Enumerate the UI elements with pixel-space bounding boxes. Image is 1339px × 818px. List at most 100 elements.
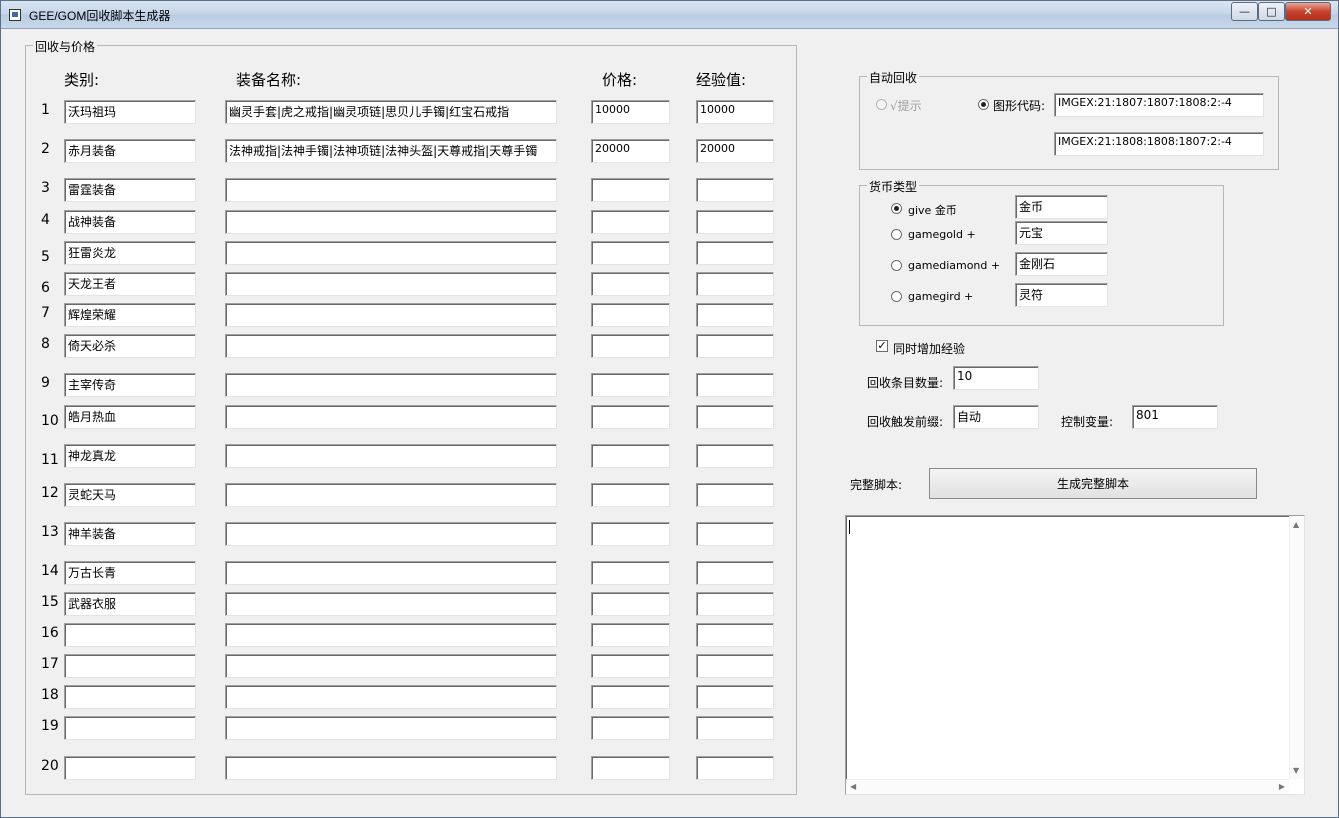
title-bar[interactable]: GEE/GOM回收脚本生成器 — □ ✕ [1, 1, 1338, 29]
exp-input[interactable] [696, 756, 774, 780]
equipment-name-input[interactable] [225, 210, 557, 234]
currency-value-input[interactable]: 金币 [1015, 195, 1108, 219]
price-input[interactable]: 20000 [591, 139, 670, 163]
exp-input[interactable] [696, 210, 774, 234]
category-input[interactable]: 天龙王者 [64, 272, 196, 296]
exp-input[interactable] [696, 178, 774, 202]
exp-input[interactable] [696, 685, 774, 709]
scroll-up-icon[interactable]: ▲ [1293, 520, 1299, 529]
price-input[interactable] [591, 210, 670, 234]
equipment-name-input[interactable] [225, 685, 557, 709]
price-input[interactable] [591, 373, 670, 397]
exp-input[interactable] [696, 592, 774, 616]
maximize-button[interactable]: □ [1258, 2, 1285, 21]
exp-input[interactable] [696, 561, 774, 585]
currency-radio[interactable] [891, 229, 902, 240]
tip-radio[interactable] [876, 99, 887, 110]
equipment-name-input[interactable] [225, 334, 557, 358]
category-input[interactable]: 灵蛇天马 [64, 483, 196, 507]
exp-input[interactable] [696, 334, 774, 358]
exp-input[interactable] [696, 623, 774, 647]
category-input[interactable]: 沃玛祖玛 [64, 100, 196, 124]
price-input[interactable] [591, 716, 670, 740]
exp-input[interactable] [696, 373, 774, 397]
prefix-input[interactable]: 自动 [953, 405, 1039, 429]
exp-input[interactable] [696, 654, 774, 678]
equipment-name-input[interactable]: 法神戒指|法神手镯|法神项链|法神头盔|天尊戒指|天尊手镯 [225, 139, 557, 163]
category-input[interactable]: 神龙真龙 [64, 444, 196, 468]
category-input[interactable] [64, 623, 196, 647]
equipment-name-input[interactable] [225, 272, 557, 296]
equipment-name-input[interactable] [225, 561, 557, 585]
equipment-name-input[interactable] [225, 178, 557, 202]
price-input[interactable] [591, 334, 670, 358]
equipment-name-input[interactable] [225, 373, 557, 397]
equipment-name-input[interactable] [225, 716, 557, 740]
exp-input[interactable] [696, 716, 774, 740]
price-input[interactable] [591, 592, 670, 616]
image-code-input-2[interactable]: IMGEX:21:1808:1808:1807:2:-4 [1054, 132, 1264, 156]
exp-input[interactable] [696, 522, 774, 546]
script-textarea[interactable]: ▲ ▼ ◀ ▶ [845, 515, 1305, 795]
exp-input[interactable] [696, 444, 774, 468]
category-input[interactable]: 赤月装备 [64, 139, 196, 163]
exp-input[interactable] [696, 272, 774, 296]
category-input[interactable]: 武器衣服 [64, 592, 196, 616]
price-input[interactable] [591, 522, 670, 546]
add-exp-checkbox[interactable]: ✓ [876, 340, 888, 352]
category-input[interactable]: 主宰传奇 [64, 373, 196, 397]
exp-input[interactable] [696, 241, 774, 265]
equipment-name-input[interactable] [225, 522, 557, 546]
price-input[interactable] [591, 685, 670, 709]
category-input[interactable]: 狂雷炎龙 [64, 241, 196, 265]
count-input[interactable]: 10 [953, 366, 1039, 390]
price-input[interactable] [591, 561, 670, 585]
close-button[interactable]: ✕ [1285, 2, 1331, 21]
horizontal-scrollbar[interactable]: ◀ ▶ [846, 779, 1289, 794]
equipment-name-input[interactable] [225, 483, 557, 507]
currency-radio[interactable] [891, 260, 902, 271]
category-input[interactable]: 战神装备 [64, 210, 196, 234]
price-input[interactable] [591, 444, 670, 468]
exp-input[interactable]: 20000 [696, 139, 774, 163]
control-var-input[interactable]: 801 [1132, 405, 1218, 429]
price-input[interactable]: 10000 [591, 100, 670, 124]
category-input[interactable]: 倚天必杀 [64, 334, 196, 358]
generate-script-button[interactable]: 生成完整脚本 [929, 468, 1257, 499]
equipment-name-input[interactable]: 幽灵手套|虎之戒指|幽灵项链|思贝儿手镯|红宝石戒指 [225, 100, 557, 124]
price-input[interactable] [591, 483, 670, 507]
currency-value-input[interactable]: 灵符 [1015, 283, 1108, 307]
price-input[interactable] [591, 241, 670, 265]
scroll-right-icon[interactable]: ▶ [1279, 782, 1285, 791]
currency-radio[interactable] [891, 203, 902, 214]
equipment-name-input[interactable] [225, 444, 557, 468]
category-input[interactable] [64, 756, 196, 780]
category-input[interactable]: 辉煌荣耀 [64, 303, 196, 327]
minimize-button[interactable]: — [1231, 2, 1258, 21]
price-input[interactable] [591, 272, 670, 296]
equipment-name-input[interactable] [225, 241, 557, 265]
category-input[interactable] [64, 685, 196, 709]
price-input[interactable] [591, 756, 670, 780]
equipment-name-input[interactable] [225, 405, 557, 429]
equipment-name-input[interactable] [225, 592, 557, 616]
equipment-name-input[interactable] [225, 756, 557, 780]
category-input[interactable] [64, 654, 196, 678]
price-input[interactable] [591, 405, 670, 429]
equipment-name-input[interactable] [225, 654, 557, 678]
category-input[interactable]: 神羊装备 [64, 522, 196, 546]
category-input[interactable]: 皓月热血 [64, 405, 196, 429]
vertical-scrollbar[interactable]: ▲ ▼ [1289, 516, 1304, 779]
equipment-name-input[interactable] [225, 303, 557, 327]
currency-radio[interactable] [891, 291, 902, 302]
exp-input[interactable] [696, 303, 774, 327]
exp-input[interactable] [696, 405, 774, 429]
price-input[interactable] [591, 178, 670, 202]
exp-input[interactable] [696, 483, 774, 507]
category-input[interactable]: 雷霆装备 [64, 178, 196, 202]
exp-input[interactable]: 10000 [696, 100, 774, 124]
image-code-radio[interactable] [978, 99, 989, 110]
scroll-left-icon[interactable]: ◀ [850, 782, 856, 791]
category-input[interactable]: 万古长青 [64, 561, 196, 585]
image-code-input-1[interactable]: IMGEX:21:1807:1807:1808:2:-4 [1054, 93, 1264, 117]
